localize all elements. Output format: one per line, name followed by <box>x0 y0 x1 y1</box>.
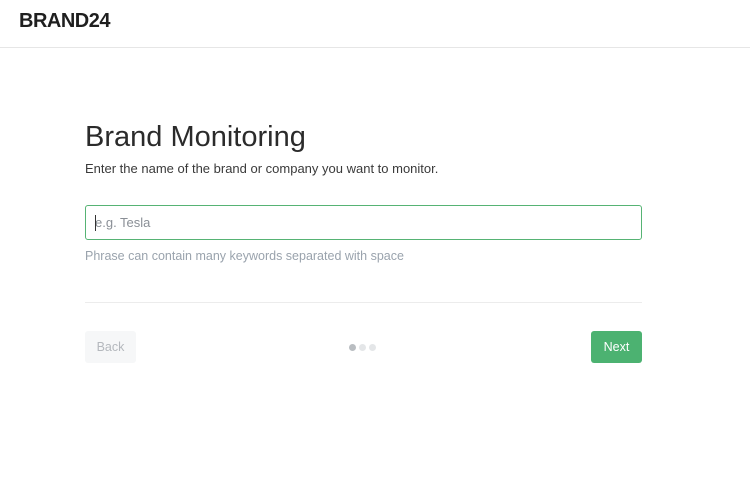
brand-name-field[interactable] <box>85 205 642 240</box>
step-dot-2 <box>359 344 366 351</box>
text-caret <box>95 215 96 231</box>
step-dot-1 <box>349 344 356 351</box>
step-indicator <box>349 344 376 351</box>
top-bar: BRAND24 <box>0 0 750 48</box>
brand24-logo[interactable]: BRAND24 <box>19 10 110 33</box>
input-hint: Phrase can contain many keywords separat… <box>85 249 404 263</box>
back-button[interactable]: Back <box>85 331 136 363</box>
step-dot-3 <box>369 344 376 351</box>
divider <box>85 302 642 303</box>
onboarding-panel: Brand Monitoring Enter the name of the b… <box>85 118 642 363</box>
next-button[interactable]: Next <box>591 331 642 363</box>
brand-name-input[interactable] <box>86 206 641 239</box>
page-subtitle: Enter the name of the brand or company y… <box>85 161 439 176</box>
page-title: Brand Monitoring <box>85 121 306 153</box>
